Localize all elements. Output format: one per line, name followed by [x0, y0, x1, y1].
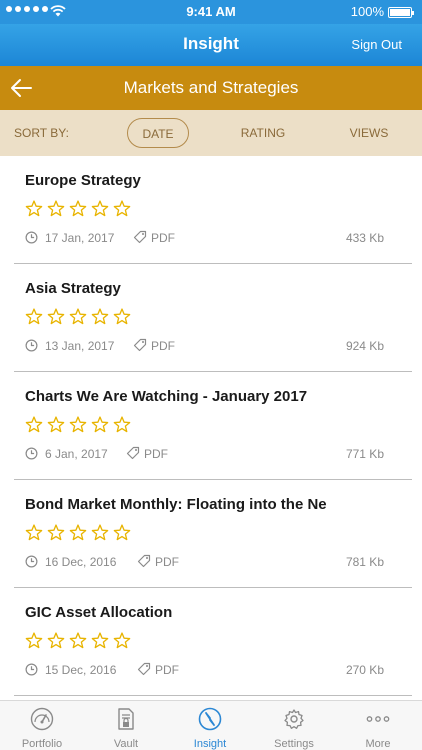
star-icon — [69, 416, 87, 433]
tab-bar: Portfolio Vault Insight Settings More — [0, 700, 422, 750]
document-type: PDF — [151, 231, 175, 245]
star-icon — [113, 524, 131, 541]
tab-settings[interactable]: Settings — [252, 701, 336, 750]
star-icon — [25, 524, 43, 541]
tab-more[interactable]: More — [336, 701, 420, 750]
star-icon — [47, 524, 65, 541]
document-meta: 15 Dec, 2016 PDF 270 Kb — [25, 662, 384, 678]
star-icon — [69, 524, 87, 541]
document-size: 270 Kb — [345, 663, 384, 677]
star-icon — [47, 200, 65, 217]
tab-label: Settings — [274, 738, 314, 750]
document-meta: 16 Dec, 2016 PDF 781 Kb — [25, 554, 384, 570]
star-icon — [113, 632, 131, 649]
document-size: 924 Kb — [345, 339, 384, 353]
tab-label: Insight — [193, 738, 227, 750]
document-date: 15 Dec, 2016 — [45, 663, 117, 677]
tag-icon — [133, 230, 147, 244]
tab-portfolio[interactable]: Portfolio — [0, 701, 84, 750]
star-rating — [25, 632, 131, 649]
battery-percentage: 100% — [350, 4, 384, 19]
section-title: Markets and Strategies — [123, 78, 299, 97]
tag-icon — [137, 554, 151, 568]
star-icon — [25, 632, 43, 649]
document-type: PDF — [151, 339, 175, 353]
document-type: PDF — [155, 555, 179, 569]
list-item[interactable]: Bond Market Monthly: Floating into the N… — [14, 480, 412, 588]
clock-icon — [25, 231, 38, 244]
tag-icon — [126, 446, 140, 460]
star-icon — [47, 632, 65, 649]
star-icon — [91, 524, 109, 541]
document-date: 17 Jan, 2017 — [45, 231, 115, 245]
star-icon — [69, 200, 87, 217]
document-title: Asia Strategy — [25, 280, 121, 297]
star-rating — [25, 416, 131, 433]
tab-label: Portfolio — [21, 738, 63, 750]
clock-icon — [25, 447, 38, 460]
document-title: Charts We Are Watching - January 2017 — [25, 388, 308, 405]
ellipsis-icon — [366, 716, 390, 722]
star-icon — [113, 416, 131, 433]
document-title: Europe Strategy — [25, 172, 141, 189]
document-size: 771 Kb — [345, 447, 384, 461]
sort-by-date-button[interactable]: DATE — [127, 118, 189, 148]
document-meta: 6 Jan, 2017 PDF 771 Kb — [25, 446, 384, 462]
document-meta: 17 Jan, 2017 PDF 433 Kb — [25, 230, 384, 246]
section-header: Markets and Strategies — [0, 66, 422, 110]
tab-label: Vault — [113, 738, 139, 750]
star-icon — [113, 200, 131, 217]
sort-by-rating-button[interactable]: RATING — [236, 118, 290, 148]
star-icon — [25, 200, 43, 217]
list-item[interactable]: GIC Asset Allocation 15 Dec, 2016 PDF 27… — [14, 588, 412, 696]
locked-document-icon — [118, 708, 134, 730]
document-size: 781 Kb — [345, 555, 384, 569]
clock-icon — [25, 555, 38, 568]
tab-label: More — [365, 738, 391, 750]
star-rating — [25, 200, 131, 217]
tab-vault[interactable]: Vault — [84, 701, 168, 750]
tag-icon — [133, 338, 147, 352]
tab-insight[interactable]: Insight — [168, 701, 252, 750]
star-icon — [91, 200, 109, 217]
star-icon — [25, 416, 43, 433]
gauge-icon — [30, 707, 54, 731]
sort-by-label: SORT BY: — [14, 126, 69, 140]
star-icon — [113, 308, 131, 325]
compass-icon — [198, 707, 222, 731]
document-size: 433 Kb — [345, 231, 384, 245]
star-icon — [69, 308, 87, 325]
star-icon — [91, 416, 109, 433]
list-item[interactable]: Europe Strategy 17 Jan, 2017 PDF 433 Kb — [14, 156, 412, 264]
list-item[interactable]: Asia Strategy 13 Jan, 2017 PDF 924 Kb — [14, 264, 412, 372]
sign-out-button[interactable]: Sign Out — [351, 37, 402, 52]
star-rating — [25, 524, 131, 541]
status-bar: 9:41 AM 100% — [0, 0, 422, 24]
clock-icon — [25, 339, 38, 352]
navigation-bar: Insight Sign Out — [0, 24, 422, 66]
document-type: PDF — [155, 663, 179, 677]
document-type: PDF — [144, 447, 168, 461]
document-date: 13 Jan, 2017 — [45, 339, 115, 353]
document-meta: 13 Jan, 2017 PDF 924 Kb — [25, 338, 384, 354]
star-icon — [91, 632, 109, 649]
sort-bar: SORT BY: DATE RATING VIEWS — [0, 110, 422, 156]
star-icon — [47, 308, 65, 325]
list-item[interactable]: Charts We Are Watching - January 2017 6 … — [14, 372, 412, 480]
document-title: Bond Market Monthly: Floating into the N… — [25, 496, 327, 513]
document-date: 16 Dec, 2016 — [45, 555, 117, 569]
clock-icon — [25, 663, 38, 676]
star-rating — [25, 308, 131, 325]
battery-icon — [388, 7, 414, 18]
star-icon — [69, 632, 87, 649]
star-icon — [91, 308, 109, 325]
star-icon — [25, 308, 43, 325]
document-date: 6 Jan, 2017 — [45, 447, 108, 461]
sort-by-views-button[interactable]: VIEWS — [344, 118, 394, 148]
star-icon — [47, 416, 65, 433]
tag-icon — [137, 662, 151, 676]
document-title: GIC Asset Allocation — [25, 604, 173, 621]
gear-icon — [284, 709, 304, 729]
